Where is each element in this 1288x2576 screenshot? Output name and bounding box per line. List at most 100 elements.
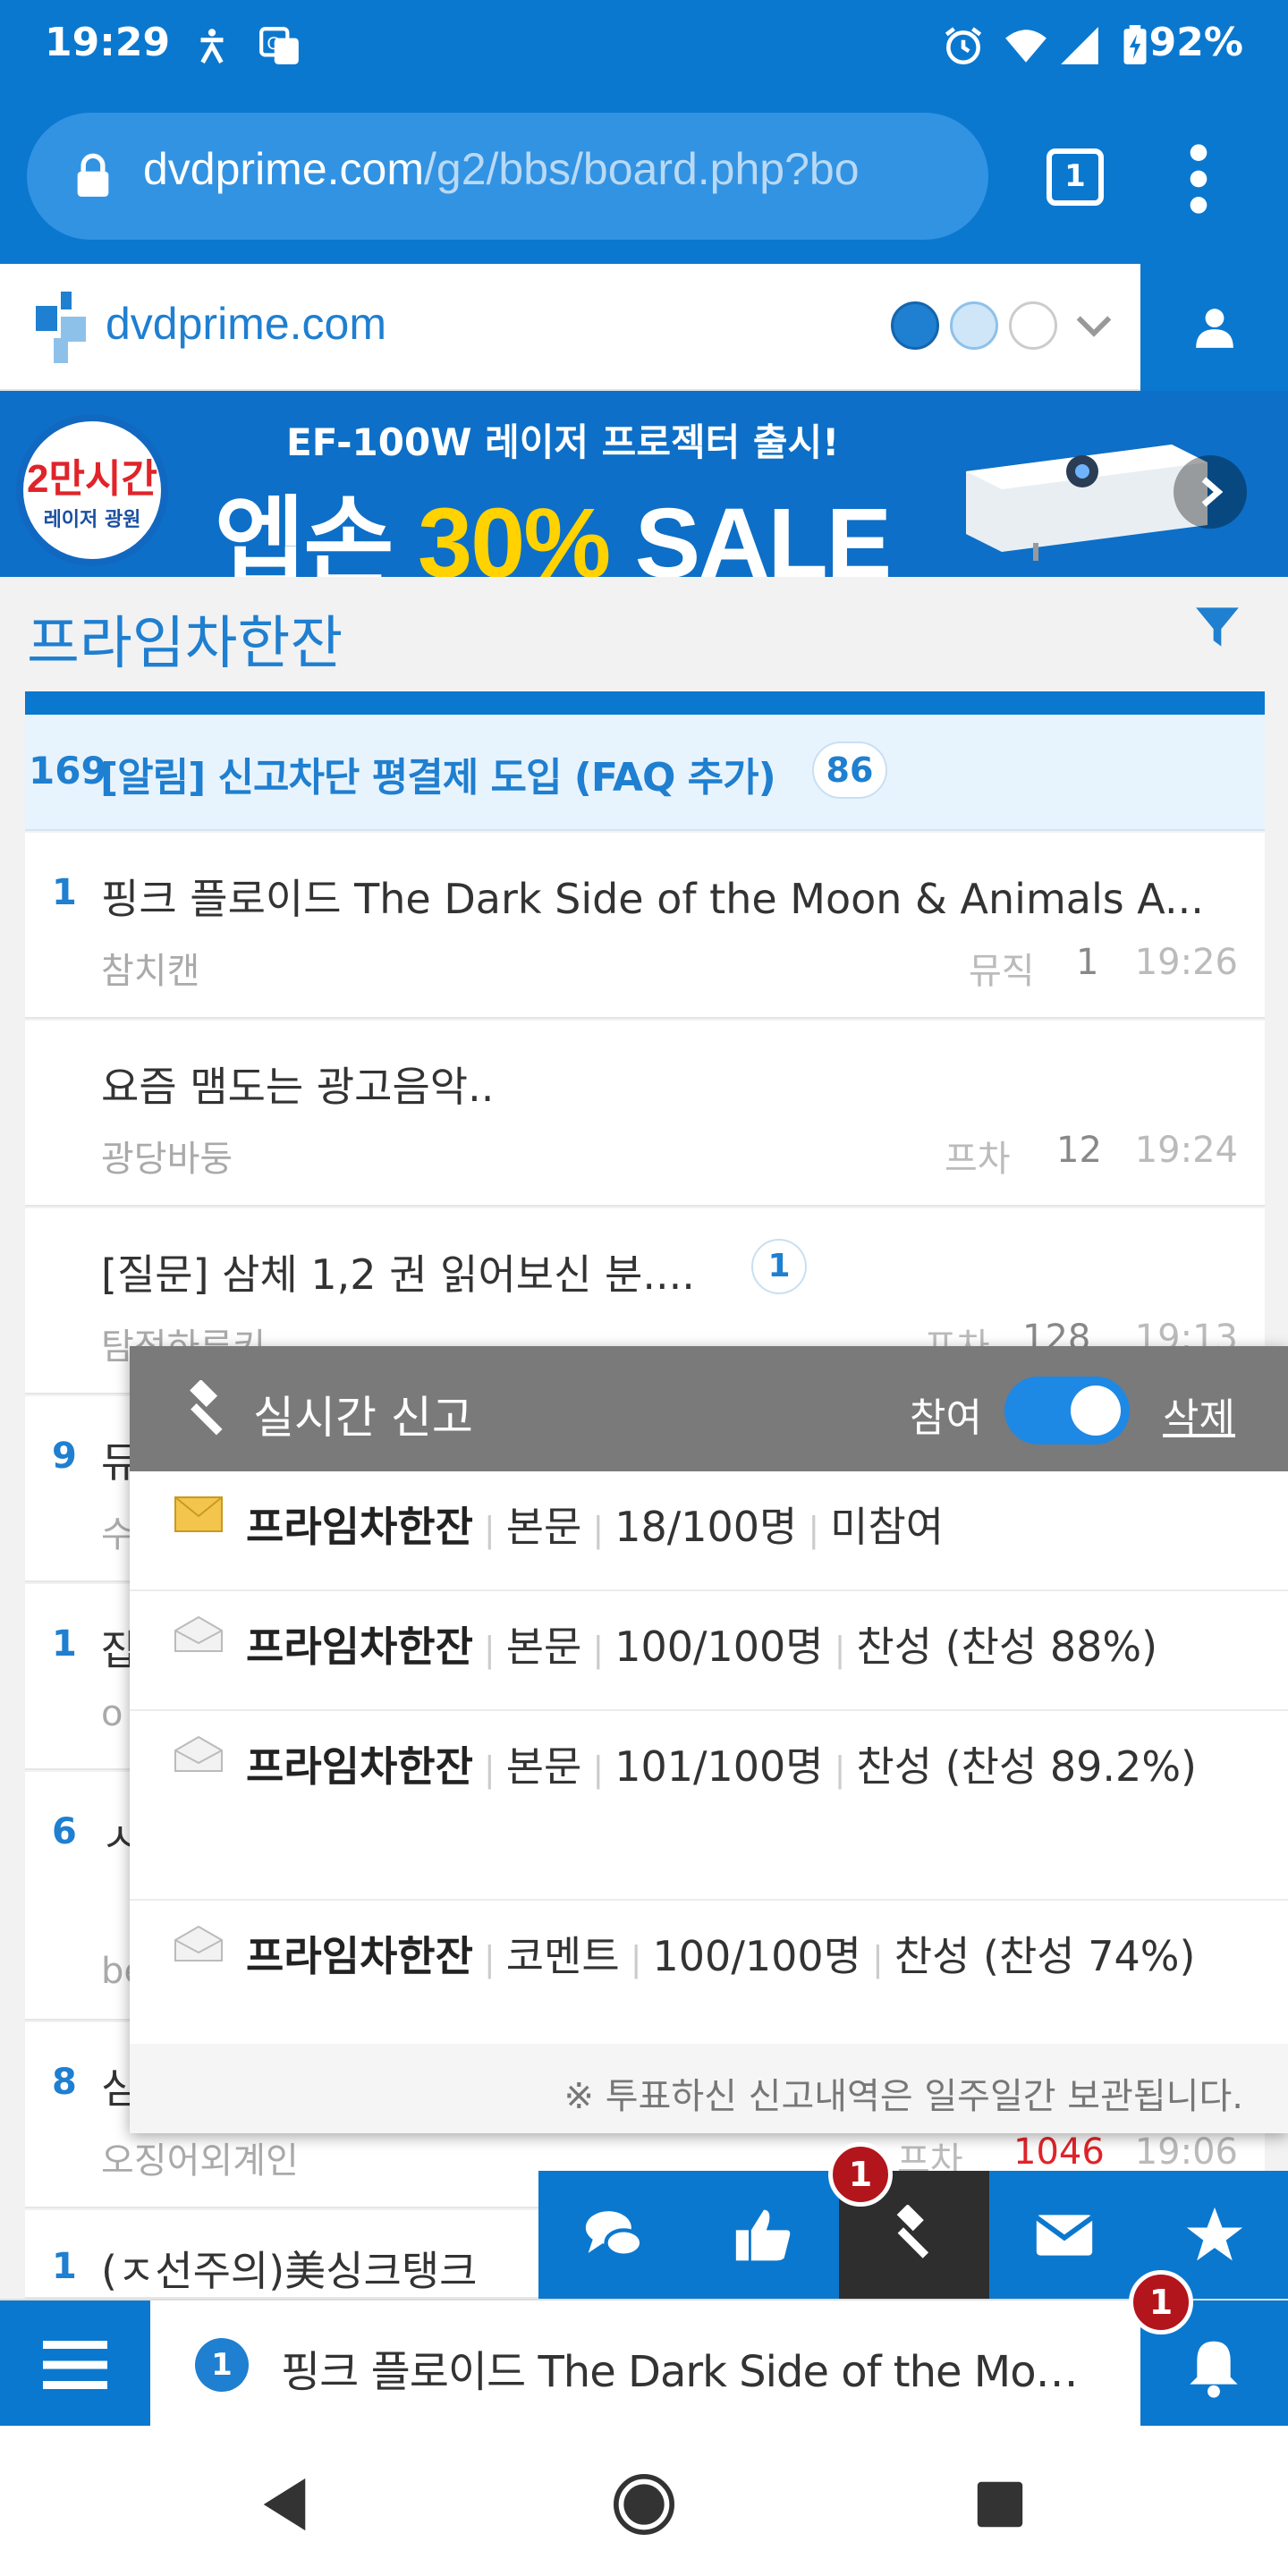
- star-icon: [1186, 2207, 1243, 2261]
- site-logo-icon[interactable]: [36, 291, 89, 364]
- post-title[interactable]: 요즘 맴도는 광고음악..: [101, 1055, 494, 1114]
- theme-light-blue-option[interactable]: [950, 301, 998, 350]
- banner-next-button[interactable]: [1174, 455, 1247, 529]
- notification-badge: 1: [1129, 2270, 1193, 2334]
- gavel-icon: [896, 2205, 929, 2258]
- report-board: 프라임차한잔: [246, 1932, 473, 1980]
- report-count: 18/100명: [614, 1503, 798, 1551]
- url-field[interactable]: dvdprime.com/g2/bbs/board.php?bo: [27, 113, 988, 240]
- participate-label: 참여: [910, 1395, 982, 1441]
- post-author[interactable]: 오징어외계인: [101, 2131, 299, 2183]
- post-number: 1: [52, 1623, 77, 1665]
- post-category: 프차: [945, 1139, 1011, 1180]
- mail-unread-icon: [174, 1496, 223, 1532]
- report-type: 코멘트: [505, 1932, 620, 1980]
- popup-header: 실시간 신고 참여 삭제: [130, 1346, 1288, 1471]
- report-status: 찬성 (찬성 89.2%): [856, 1742, 1197, 1791]
- system-nav-bar: [0, 2426, 1288, 2576]
- chat-button[interactable]: [538, 2171, 689, 2299]
- translate-icon: G: [259, 27, 299, 64]
- notice-title[interactable]: [알림] 신고차단 평결제 도입 (FAQ 추가): [100, 745, 776, 802]
- report-board: 프라임차한잔: [246, 1623, 473, 1671]
- accessibility-icon: [200, 29, 224, 64]
- post-comment-count: 1: [751, 1239, 807, 1294]
- popup-title: 실시간 신고: [253, 1392, 473, 1444]
- post-title[interactable]: [질문] 삼체 1,2 권 읽어보신 분....: [101, 1242, 695, 1301]
- post-author[interactable]: o: [101, 1693, 123, 1734]
- retention-note: ※ 투표하신 신고내역은 일주일간 보관됩니다.: [564, 2076, 1244, 2117]
- post-number: 6: [52, 1811, 77, 1852]
- svg-text:G: G: [267, 35, 280, 54]
- bottom-bar: 1 핑크 플로이드 The Dark Side of the Moon & ..…: [0, 2299, 1288, 2428]
- user-button[interactable]: [1140, 264, 1288, 391]
- banner-headline: EF-100W 레이저 프로젝터 출시!: [286, 420, 840, 464]
- bell-icon: [1190, 2341, 1238, 2398]
- mail-read-icon: [174, 1736, 223, 1772]
- report-item[interactable]: 프라임차한잔 | 코멘트 | 100/100명 | 찬성 (찬성 74%): [130, 1901, 1288, 2044]
- delete-link[interactable]: 삭제: [1163, 1385, 1235, 1443]
- report-item[interactable]: 프라임차한잔 | 본문 | 18/100명 | 미참여: [130, 1471, 1288, 1591]
- mail-icon: [1035, 2215, 1094, 2256]
- report-type: 본문: [505, 1503, 582, 1551]
- chevron-down-icon[interactable]: [1073, 309, 1114, 344]
- home-icon[interactable]: [614, 2474, 674, 2535]
- back-icon[interactable]: [258, 2476, 311, 2533]
- chat-icon: [585, 2211, 644, 2258]
- report-status: 찬성 (찬성 88%): [856, 1623, 1158, 1671]
- report-list: 프라임차한잔 | 본문 | 18/100명 | 미참여 프라임차한잔 | 본문 | 100/100명…: [130, 1471, 1288, 2044]
- more-vert-icon[interactable]: [1185, 143, 1212, 215]
- participate-toggle[interactable]: [1004, 1377, 1130, 1445]
- site-name[interactable]: dvdprime.com: [106, 298, 386, 350]
- notice-comment-count: 86: [812, 741, 887, 799]
- mail-button[interactable]: [989, 2171, 1140, 2299]
- report-item[interactable]: 프라임차한잔 | 본문 | 100/100명 | 찬성 (찬성 88%): [130, 1591, 1288, 1711]
- report-count: 101/100명: [614, 1742, 824, 1791]
- board-title[interactable]: 프라임차한잔: [27, 597, 343, 680]
- report-type: 본문: [505, 1623, 582, 1671]
- post-category: 뮤직: [969, 951, 1035, 992]
- post-number: 8: [52, 2062, 77, 2103]
- banner-sale-text: 엡손 30% SALE: [215, 488, 892, 577]
- post-number: 1: [52, 872, 77, 913]
- recents-icon[interactable]: [975, 2479, 1025, 2529]
- filter-icon[interactable]: [1194, 604, 1241, 650]
- ticker-text[interactable]: 핑크 플로이드 The Dark Side of the Moon & ...: [281, 2336, 1086, 2399]
- tab-switcher-button[interactable]: 1: [1046, 148, 1104, 206]
- report-board: 프라임차한잔: [246, 1503, 473, 1551]
- post-views: 12: [1056, 1130, 1102, 1171]
- hamburger-menu-icon: [43, 2341, 107, 2389]
- post-title[interactable]: (ㅈ선주의)美싱크탱크: [101, 2239, 477, 2298]
- browser-toolbar: dvdprime.com/g2/bbs/board.php?bo 1: [0, 89, 1288, 264]
- report-count: 100/100명: [652, 1932, 861, 1980]
- theme-white-option[interactable]: [1009, 301, 1057, 350]
- post-author[interactable]: 광당바둥: [101, 1130, 233, 1182]
- post-row[interactable]: 요즘 맴도는 광고음악.. 광당바둥 프차 12 19:24: [25, 1021, 1265, 1207]
- banner-badge: 2만시간 레이저 광원: [16, 414, 168, 566]
- like-button[interactable]: [689, 2171, 839, 2299]
- mail-read-icon: [174, 1926, 223, 1962]
- report-item[interactable]: 프라임차한잔 | 본문 | 101/100명 | 찬성 (찬성 89.2%): [130, 1711, 1288, 1901]
- status-bar: 19:29 G 92%: [0, 0, 1288, 89]
- report-status: 미참여: [830, 1503, 945, 1551]
- notice-row[interactable]: 169 [알림] 신고차단 평결제 도입 (FAQ 추가) 86: [25, 715, 1265, 831]
- post-row[interactable]: 1 핑크 플로이드 The Dark Side of the Moon & An…: [25, 833, 1265, 1019]
- post-time: 19:06: [1134, 2131, 1238, 2173]
- ad-banner[interactable]: 2만시간 레이저 광원 EF-100W 레이저 프로젝터 출시! 엡손 30% …: [0, 391, 1288, 577]
- thumbs-up-icon: [735, 2209, 791, 2261]
- alarm-icon: [945, 27, 982, 65]
- theme-blue-option[interactable]: [891, 301, 939, 350]
- post-views: 1: [1076, 942, 1099, 983]
- report-board: 프라임차한잔: [246, 1742, 473, 1791]
- post-title[interactable]: 핑크 플로이드 The Dark Side of the Moon & Anim…: [101, 867, 1204, 926]
- report-notification-badge: 1: [828, 2142, 893, 2207]
- ticker-badge: 1: [195, 2338, 249, 2392]
- wifi-icon: [1005, 30, 1046, 63]
- site-header: dvdprime.com: [0, 264, 1288, 391]
- battery-percent: 92%: [1148, 20, 1243, 65]
- url-text: dvdprime.com/g2/bbs/board.php?bo: [143, 144, 860, 194]
- board-top-bar: [25, 691, 1265, 715]
- signal-icon: [1061, 27, 1098, 64]
- status-time: 19:29: [45, 20, 171, 65]
- post-author[interactable]: 참치캔: [101, 942, 199, 994]
- menu-button[interactable]: [0, 2301, 150, 2428]
